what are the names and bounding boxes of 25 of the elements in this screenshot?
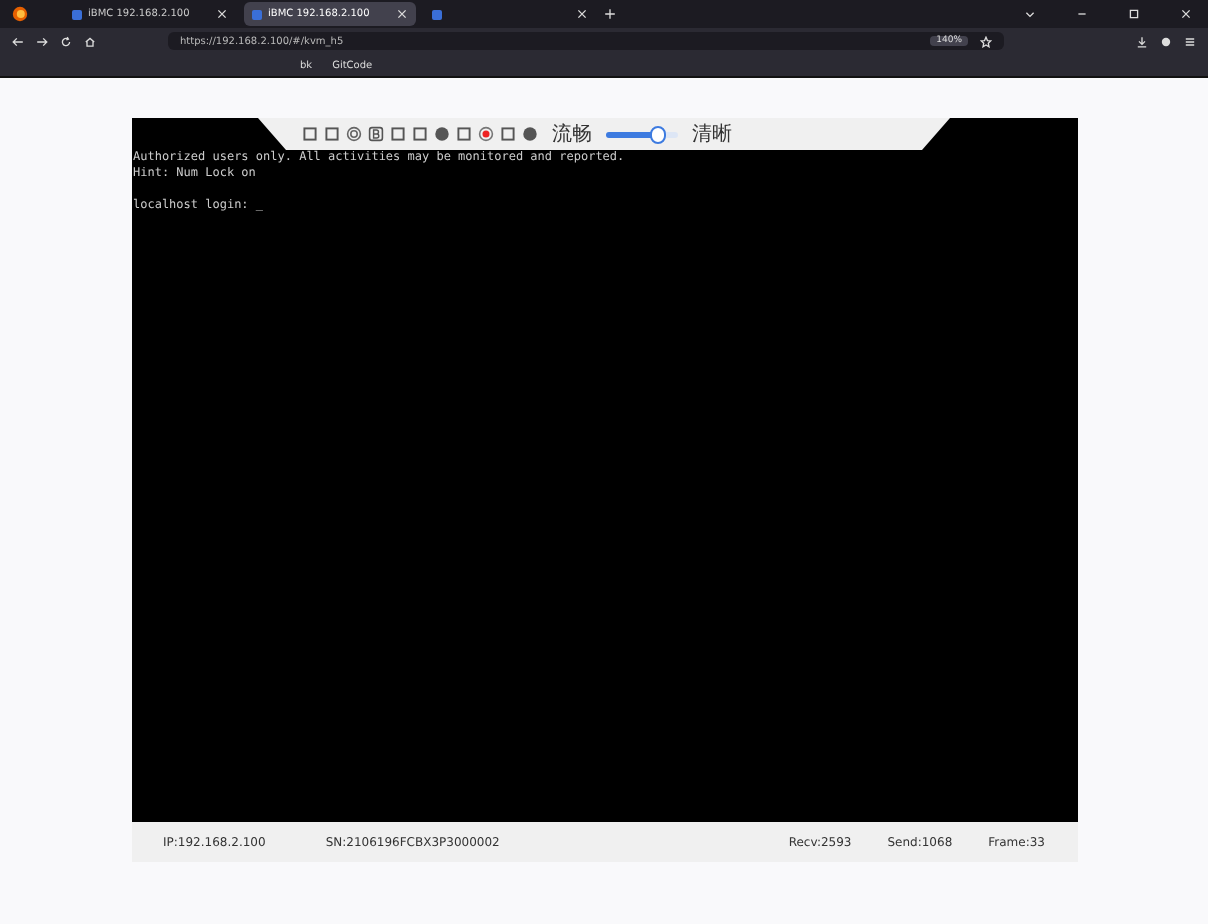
tab-favicon-icon	[252, 9, 262, 19]
minimize-icon[interactable]	[1076, 8, 1088, 20]
close-icon[interactable]	[576, 8, 588, 20]
close-icon[interactable]	[396, 8, 408, 20]
forward-icon[interactable]	[36, 35, 48, 47]
browser-logo-icon	[12, 6, 28, 22]
tab-favicon-icon	[72, 9, 82, 19]
smooth-label: 流畅	[552, 121, 592, 148]
b-icon[interactable]	[368, 126, 384, 142]
tab-favicon-icon	[432, 9, 442, 19]
quality-slider[interactable]	[606, 131, 678, 137]
record-icon[interactable]	[478, 126, 494, 142]
bookmark-star-icon[interactable]	[980, 35, 992, 47]
download-icon[interactable]	[1136, 35, 1148, 47]
menu-icon[interactable]	[1184, 35, 1196, 47]
chevron-down-icon[interactable]	[1024, 8, 1036, 20]
home-icon[interactable]	[84, 35, 96, 47]
maximize-icon[interactable]	[1128, 8, 1140, 20]
back-icon[interactable]	[12, 35, 24, 47]
new-tab-icon[interactable]	[604, 8, 616, 20]
reload-icon[interactable]	[60, 35, 72, 47]
close-icon[interactable]	[216, 8, 228, 20]
target-icon[interactable]	[346, 126, 362, 142]
clear-label: 清晰	[692, 121, 732, 148]
close-icon[interactable]	[1180, 8, 1192, 20]
